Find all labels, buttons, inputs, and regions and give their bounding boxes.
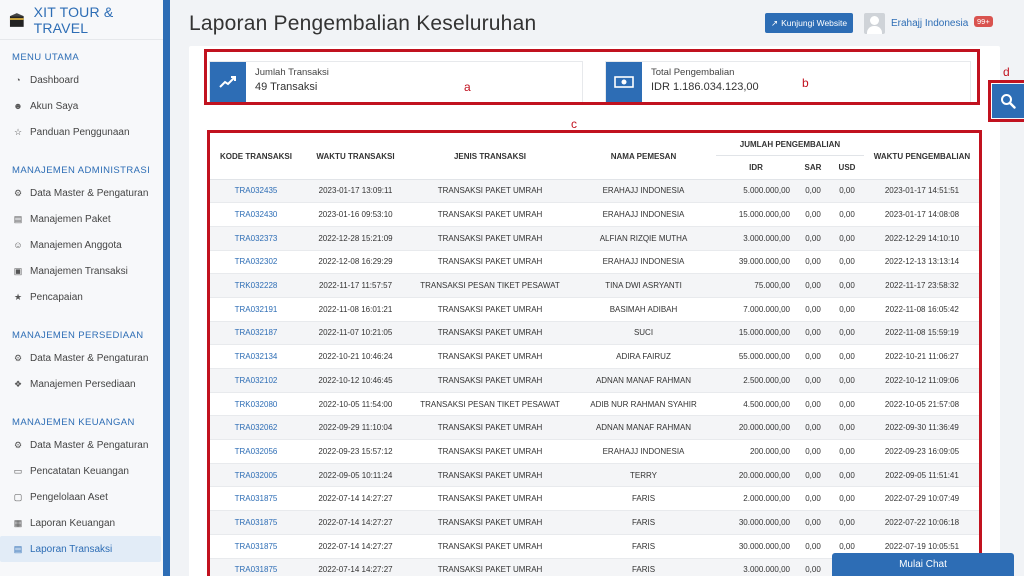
user-icon: ☻ [13, 101, 23, 111]
annotation-box-c [207, 130, 982, 576]
book-icon: ▤ [13, 213, 23, 224]
notification-badge[interactable]: 99+ [974, 16, 993, 27]
sidebar-item-label: Pencapaian [30, 291, 83, 303]
avatar[interactable] [864, 13, 885, 34]
sidebar-menu: MENU UTAMA ◔ Dashboard ☻ Akun Saya ☆ Panduan P… [0, 40, 169, 562]
sidebar-item-label: Dashboard [30, 74, 79, 86]
dashboard-icon: ◔ [15, 75, 21, 85]
annotation-box-a-b [204, 49, 980, 105]
sidebar: XIT TOUR & TRAVEL MENU UTAMA ◔ Dashboard ☻ A… [0, 0, 170, 576]
sidebar-item[interactable]: ▤ Laporan Transaksi [0, 536, 161, 562]
star-icon: ★ [13, 291, 23, 302]
start-chat-button[interactable]: Mulai Chat [832, 553, 1014, 576]
sidebar-item[interactable]: ❖ Manajemen Persediaan [0, 371, 161, 397]
sidebar-item[interactable]: ☻ Akun Saya [0, 93, 161, 119]
sidebar-section-title: MANAJEMEN PERSEDIAAN [12, 330, 144, 341]
sidebar-item[interactable]: ⚙ Data Master & Pengaturan [0, 432, 161, 458]
visit-website-label: Kunjungi Website [781, 18, 848, 28]
sidebar-item-label: Pencatatan Keuangan [30, 465, 129, 477]
sidebar-item-label: Data Master & Pengaturan [30, 187, 149, 199]
brand[interactable]: XIT TOUR & TRAVEL [0, 0, 169, 40]
book-icon: ▤ [13, 543, 23, 554]
sidebar-section-title: MENU UTAMA [12, 52, 80, 63]
sidebar-section-title: MANAJEMEN KEUANGAN [12, 417, 135, 428]
sidebar-section-title: MANAJEMEN ADMINISTRASI [12, 165, 151, 176]
sidebar-divider [163, 0, 170, 576]
cart-icon: ▣ [13, 265, 23, 276]
sidebar-item-label: Manajemen Transaksi [30, 265, 128, 277]
cogs-icon: ⚙ [13, 187, 23, 198]
sidebar-item-label: Laporan Transaksi [30, 543, 113, 555]
annotation-label-d: d [1003, 65, 1010, 79]
sidebar-item-label: Data Master & Pengaturan [30, 352, 149, 364]
inbox-icon: ▢ [13, 491, 23, 502]
sidebar-item[interactable]: ▦ Laporan Keuangan [0, 510, 161, 536]
sidebar-item-label: Manajemen Paket [30, 213, 111, 225]
sidebar-item[interactable]: ▭ Pencatatan Keuangan [0, 458, 161, 484]
cogs-icon: ⚙ [13, 352, 23, 363]
page-title: Laporan Pengembalian Keseluruhan [189, 12, 537, 35]
sidebar-item[interactable]: ⚙ Data Master & Pengaturan [0, 180, 161, 206]
cubes-icon: ❖ [13, 378, 23, 389]
sidebar-item[interactable]: ☺ Manajemen Anggota [0, 232, 161, 258]
sidebar-item-label: Panduan Penggunaan [30, 126, 130, 138]
kaaba-logo-icon [9, 12, 24, 27]
sidebar-item[interactable]: ◔ Dashboard [0, 67, 161, 93]
sidebar-item-label: Data Master & Pengaturan [30, 439, 149, 451]
users-icon: ☺ [13, 240, 23, 250]
sidebar-item-label: Pengelolaan Aset [30, 491, 108, 503]
external-link-icon: ↗ [771, 17, 779, 28]
user-name[interactable]: Erahajj Indonesia [891, 18, 968, 29]
sidebar-item[interactable]: ☆ Panduan Penggunaan [0, 119, 161, 145]
sidebar-item-label: Akun Saya [30, 100, 79, 112]
sidebar-item[interactable]: ⚙ Data Master & Pengaturan [0, 345, 161, 371]
sidebar-item-label: Manajemen Anggota [30, 239, 122, 251]
sidebar-item[interactable]: ▢ Pengelolaan Aset [0, 484, 161, 510]
sidebar-item[interactable]: ▣ Manajemen Transaksi [0, 258, 161, 284]
annotation-box-d [988, 80, 1024, 122]
annotation-label-b: b [802, 76, 809, 90]
sidebar-item-label: Laporan Keuangan [30, 517, 116, 529]
cogs-icon: ⚙ [13, 439, 23, 450]
annotation-label-a: a [464, 80, 471, 94]
visit-website-button[interactable]: ↗ Kunjungi Website [765, 13, 854, 33]
sidebar-item[interactable]: ★ Pencapaian [0, 284, 161, 310]
money-icon: ▭ [13, 465, 23, 476]
annotation-label-c: c [571, 117, 577, 131]
sidebar-item[interactable]: ▤ Manajemen Paket [0, 206, 161, 232]
report-icon: ▦ [13, 517, 23, 528]
sidebar-item-label: Manajemen Persediaan [30, 378, 136, 390]
lightbulb-icon: ☆ [13, 126, 23, 137]
brand-name: XIT TOUR & TRAVEL [33, 3, 114, 36]
